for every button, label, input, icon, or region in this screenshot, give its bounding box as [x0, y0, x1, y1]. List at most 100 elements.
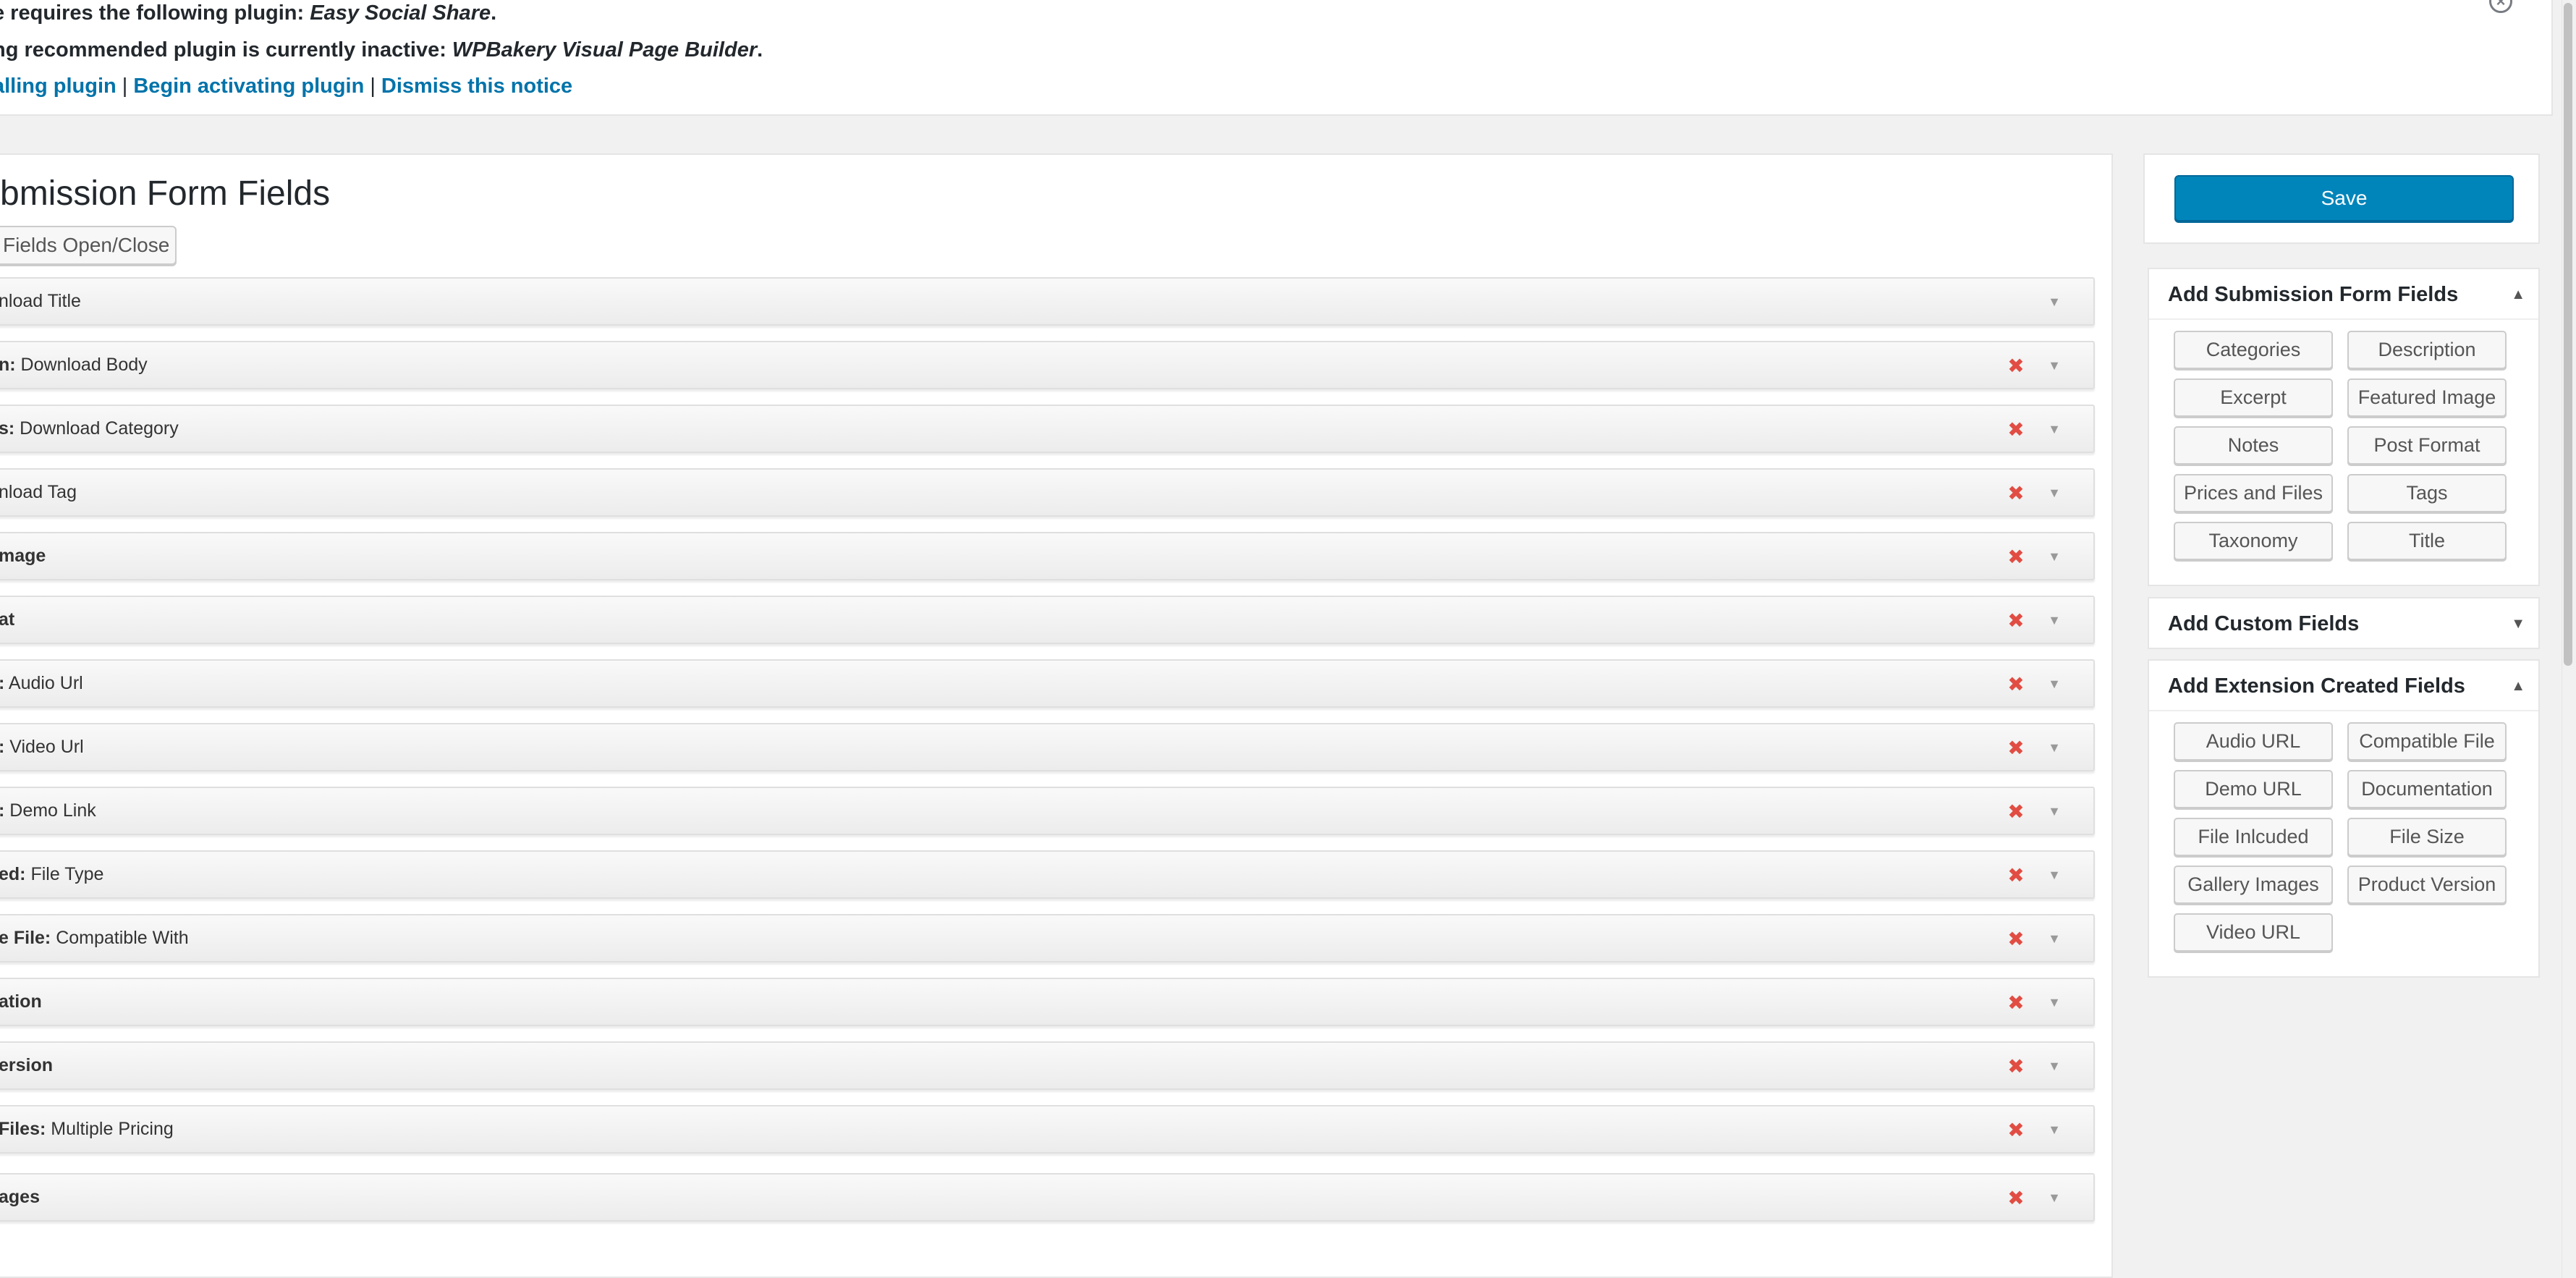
delete-icon[interactable]: ✖	[2006, 356, 2026, 376]
add-field-button[interactable]: Post Format	[2347, 426, 2507, 465]
notice-required-plugin: Easy Social Share	[310, 1, 491, 25]
field-label: nload Tag	[0, 470, 77, 515]
delete-icon[interactable]: ✖	[2006, 738, 2026, 758]
field-row[interactable]: nload Tag ✖ ▼	[0, 468, 2095, 517]
separator: |	[370, 75, 376, 98]
dismiss-notice-link[interactable]: Dismiss this notice	[381, 75, 572, 98]
scrollbar-thumb[interactable]	[2564, 3, 2572, 666]
field-label: e File: Compatible With	[0, 915, 189, 961]
add-field-button[interactable]: Title	[2347, 522, 2507, 560]
triangle-up-icon[interactable]: ▲	[2511, 269, 2525, 320]
triangle-down-icon[interactable]: ▼	[2046, 293, 2063, 310]
triangle-down-icon[interactable]: ▼	[2046, 803, 2063, 820]
field-label: ersion	[0, 1043, 53, 1088]
triangle-down-icon[interactable]: ▼	[2046, 930, 2063, 947]
add-field-button[interactable]: Audio URL	[2174, 722, 2333, 761]
install-plugin-link[interactable]: alling plugin	[0, 75, 116, 98]
field-row[interactable]: e File: Compatible With ✖ ▼	[0, 914, 2095, 962]
field-row[interactable]: at ✖ ▼	[0, 596, 2095, 644]
field-row[interactable]: ages ✖ ▼	[0, 1173, 2095, 1222]
add-field-button[interactable]: Gallery Images	[2174, 866, 2333, 904]
field-label: ation	[0, 979, 42, 1025]
delete-icon[interactable]: ✖	[2006, 420, 2026, 440]
field-name: ed:	[0, 864, 26, 884]
delete-icon[interactable]: ✖	[2006, 674, 2026, 695]
field-value: File Type	[25, 864, 104, 884]
field-row[interactable]: nload Title ▼	[0, 277, 2095, 326]
field-row[interactable]: n: Download Body ✖ ▼	[0, 341, 2095, 389]
field-value: nload Title	[0, 291, 81, 311]
add-field-button[interactable]: File Size	[2347, 818, 2507, 856]
triangle-up-icon[interactable]: ▲	[2511, 661, 2525, 711]
delete-icon[interactable]: ✖	[2006, 547, 2026, 567]
box-header[interactable]: Add Submission Form Fields ▲	[2149, 269, 2538, 320]
field-label: mage	[0, 533, 46, 579]
add-field-button[interactable]: Video URL	[2174, 913, 2333, 952]
field-label: ages	[0, 1175, 40, 1220]
add-field-button[interactable]: Demo URL	[2174, 770, 2333, 808]
triangle-down-icon[interactable]: ▼	[2046, 357, 2063, 374]
field-label: ed: File Type	[0, 852, 103, 897]
field-name: ation	[0, 991, 42, 1012]
triangle-down-icon[interactable]: ▼	[2046, 1121, 2063, 1138]
field-name: s:	[0, 418, 15, 439]
add-field-button[interactable]: Compatible File	[2347, 722, 2507, 761]
box-header[interactable]: Add Custom Fields ▼	[2149, 598, 2538, 649]
triangle-down-icon[interactable]: ▼	[2046, 994, 2063, 1011]
field-row[interactable]: ed: File Type ✖ ▼	[0, 850, 2095, 899]
delete-icon[interactable]: ✖	[2006, 611, 2026, 631]
field-row[interactable]: s: Download Category ✖ ▼	[0, 405, 2095, 453]
triangle-down-icon[interactable]: ▼	[2046, 739, 2063, 756]
save-button[interactable]: Save	[2174, 175, 2514, 221]
delete-icon[interactable]: ✖	[2006, 1120, 2026, 1141]
add-field-button[interactable]: Taxonomy	[2174, 522, 2333, 560]
delete-icon[interactable]: ✖	[2006, 1057, 2026, 1077]
triangle-down-icon[interactable]: ▼	[2046, 612, 2063, 629]
field-row[interactable]: : Video Url ✖ ▼	[0, 723, 2095, 771]
delete-icon[interactable]: ✖	[2006, 993, 2026, 1013]
field-label: : Demo Link	[0, 788, 96, 834]
triangle-down-icon[interactable]: ▼	[2511, 598, 2525, 649]
field-row[interactable]: Files: Multiple Pricing ✖ ▼	[0, 1105, 2095, 1154]
field-row[interactable]: ersion ✖ ▼	[0, 1041, 2095, 1090]
close-circle-icon[interactable]: ×	[2489, 0, 2512, 13]
add-field-button[interactable]: Description	[2347, 331, 2507, 369]
field-row[interactable]: : Demo Link ✖ ▼	[0, 787, 2095, 835]
add-field-button[interactable]: File Inlcuded	[2174, 818, 2333, 856]
field-label: : Audio Url	[0, 661, 83, 706]
triangle-down-icon[interactable]: ▼	[2046, 420, 2063, 438]
add-field-button[interactable]: Notes	[2174, 426, 2333, 465]
triangle-down-icon[interactable]: ▼	[2046, 866, 2063, 884]
triangle-down-icon[interactable]: ▼	[2046, 1057, 2063, 1075]
delete-icon[interactable]: ✖	[2006, 929, 2026, 949]
triangle-down-icon[interactable]: ▼	[2046, 548, 2063, 565]
field-row[interactable]: : Audio Url ✖ ▼	[0, 659, 2095, 708]
triangle-down-icon[interactable]: ▼	[2046, 675, 2063, 693]
add-field-button[interactable]: Product Version	[2347, 866, 2507, 904]
delete-icon[interactable]: ✖	[2006, 802, 2026, 822]
delete-icon[interactable]: ✖	[2006, 483, 2026, 504]
field-row[interactable]: ation ✖ ▼	[0, 978, 2095, 1026]
triangle-down-icon[interactable]: ▼	[2046, 484, 2063, 502]
activate-plugin-link[interactable]: Begin activating plugin	[133, 75, 364, 98]
add-field-button[interactable]: Featured Image	[2347, 378, 2507, 417]
add-field-button[interactable]: Categories	[2174, 331, 2333, 369]
add-field-button[interactable]: Excerpt	[2174, 378, 2333, 417]
notice-line-recommended: ng recommended plugin is currently inact…	[0, 38, 763, 62]
delete-icon[interactable]: ✖	[2006, 866, 2026, 886]
separator: |	[122, 75, 128, 98]
box-header[interactable]: Add Extension Created Fields ▲	[2149, 661, 2538, 711]
field-row[interactable]: mage ✖ ▼	[0, 532, 2095, 580]
notice-recommended-text: ng recommended plugin is currently inact…	[0, 38, 452, 62]
fields-toggle-button[interactable]: Fields Open/Close	[0, 226, 177, 265]
add-field-button[interactable]: Tags	[2347, 474, 2507, 512]
add-field-button[interactable]: Documentation	[2347, 770, 2507, 808]
triangle-down-icon[interactable]: ▼	[2046, 1189, 2063, 1206]
delete-icon[interactable]: ✖	[2006, 1188, 2026, 1209]
field-label: Files: Multiple Pricing	[0, 1106, 174, 1152]
field-value: Audio Url	[4, 673, 83, 693]
add-field-button[interactable]: Prices and Files	[2174, 474, 2333, 512]
notice-recommended-suffix: .	[757, 38, 763, 62]
field-label: nload Title	[0, 279, 81, 324]
field-value: Compatible With	[51, 928, 189, 948]
